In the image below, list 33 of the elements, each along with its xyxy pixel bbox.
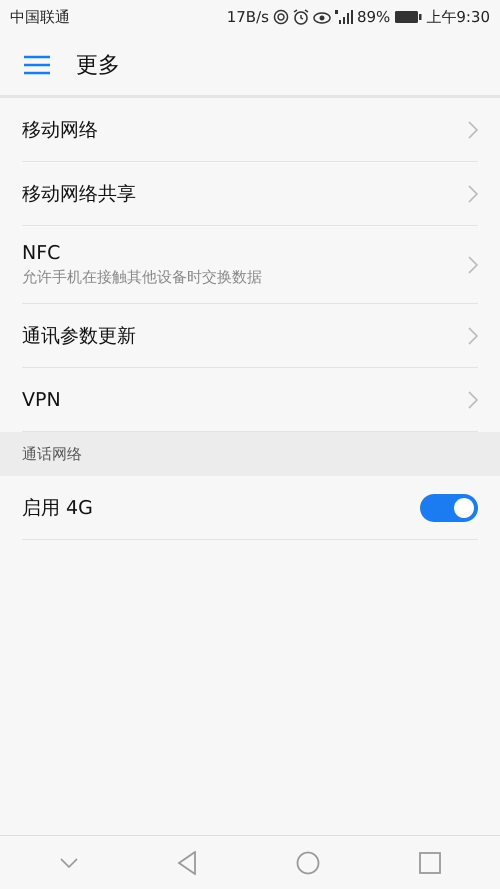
chevron-down-icon[interactable] — [60, 858, 78, 868]
page-title: 更多 — [76, 52, 120, 80]
item-title: NFC — [22, 242, 62, 264]
chevron-right-icon — [468, 326, 478, 344]
item-title: VPN — [22, 388, 62, 410]
recents-icon[interactable] — [418, 852, 440, 874]
section-title: 通话网络 — [22, 444, 82, 464]
item-title: 移动网络 — [22, 118, 99, 142]
item-title: 通讯参数更新 — [22, 324, 137, 348]
clock: 上午9:30 — [426, 8, 490, 26]
back-icon[interactable] — [176, 850, 196, 874]
chevron-right-icon — [468, 390, 478, 408]
hotspot-icon — [272, 9, 289, 25]
signal-icon — [334, 9, 353, 25]
eye-icon — [312, 10, 331, 24]
settings-item[interactable]: 移动网络共享 — [22, 162, 478, 226]
network-speed: 17B/s — [226, 8, 269, 26]
item-subtitle: 允许手机在接触其他设备时交换数据 — [22, 268, 263, 287]
alarm-icon — [292, 9, 309, 25]
home-icon[interactable] — [296, 850, 320, 874]
carrier-name: 中国联通 — [10, 8, 70, 26]
chevron-right-icon — [468, 256, 478, 274]
menu-icon[interactable] — [24, 54, 50, 74]
battery-icon — [394, 10, 422, 24]
chevron-right-icon — [468, 184, 478, 202]
chevron-right-icon — [468, 120, 478, 138]
item-title: 启用 4G — [22, 496, 94, 520]
toggle-switch[interactable] — [420, 494, 478, 522]
item-title: 移动网络共享 — [22, 182, 137, 206]
settings-item[interactable]: 通讯参数更新 — [22, 304, 478, 368]
settings-item[interactable]: 移动网络 — [22, 98, 478, 162]
settings-item[interactable]: NFC 允许手机在接触其他设备时交换数据 — [22, 226, 478, 304]
battery-percent: 89% — [356, 8, 390, 26]
